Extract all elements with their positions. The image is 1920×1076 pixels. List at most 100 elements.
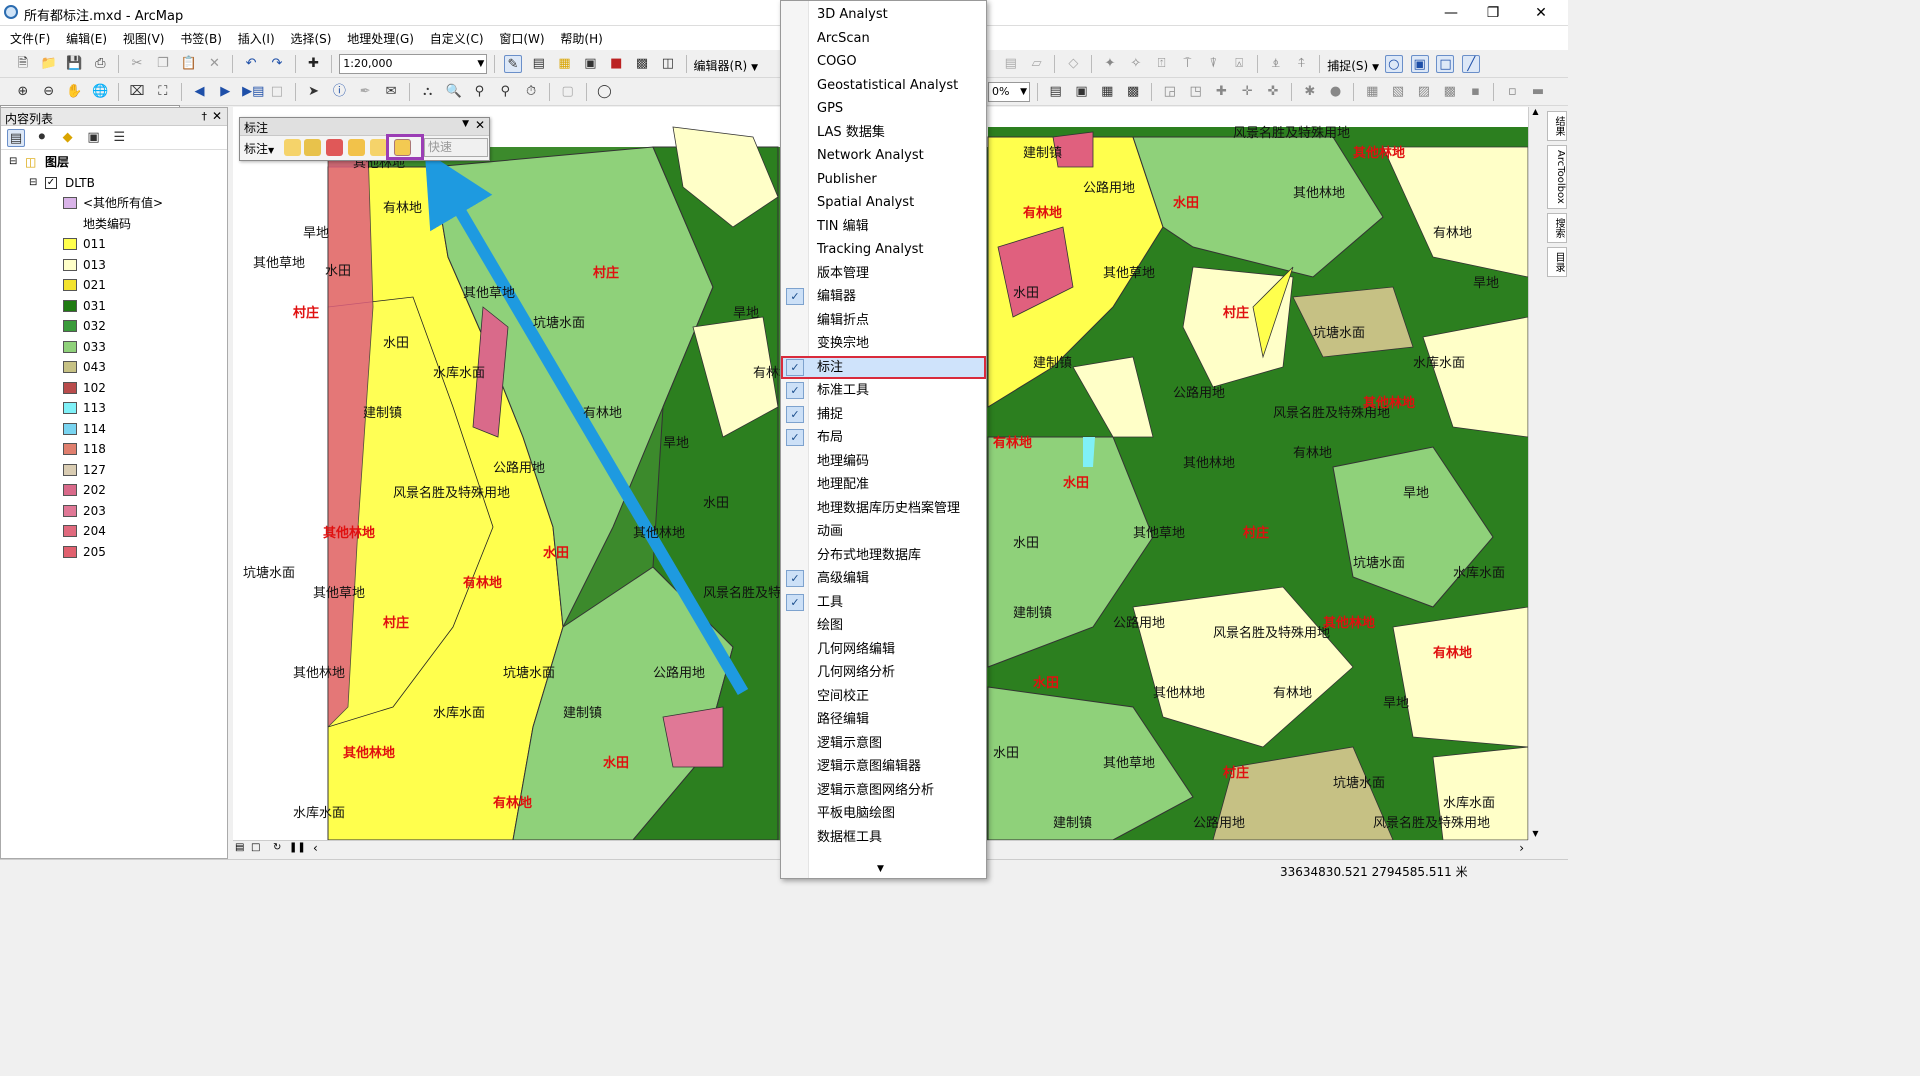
focus-data-frame-icon[interactable]: ▣ (1072, 83, 1090, 101)
collapse-icon[interactable]: ⊟ (9, 152, 17, 172)
menu-item[interactable]: LAS 数据集 (781, 121, 986, 144)
menu-item[interactable]: 几何网络编辑 (781, 638, 986, 661)
menu-item[interactable]: ✓ 标准工具 (781, 379, 986, 402)
new-document-icon[interactable]: 🗎 (14, 55, 32, 73)
menu-help[interactable]: 帮助(H) (554, 26, 608, 51)
menu-item[interactable]: 地理数据库历史档案管理 (781, 497, 986, 520)
select-elements-icon[interactable]: ➤ (305, 83, 323, 101)
undo-icon[interactable]: ↶ (242, 55, 260, 73)
add-data-icon[interactable]: ✚ (305, 55, 323, 73)
topology-icon[interactable]: ◇ (1064, 55, 1082, 73)
labeling-toolbar-close-icon[interactable]: ✕ (475, 118, 485, 132)
edit-vertices-icon-4[interactable]: ✛ (1238, 83, 1256, 101)
toc-legend-205[interactable]: 205 (1, 542, 227, 563)
paste-icon[interactable]: 📋 (180, 55, 198, 73)
cut-icon[interactable]: ✂ (128, 55, 146, 73)
menu-item[interactable]: 空间校正 (781, 685, 986, 708)
map-scale-input[interactable]: 1:20,000 ▼ (339, 54, 488, 74)
label-priority-icon[interactable] (304, 139, 321, 156)
pan-icon[interactable]: ✋ (65, 83, 83, 101)
menu-item[interactable]: 动画 (781, 520, 986, 543)
editor-menu[interactable]: 编辑器(R) (694, 57, 748, 74)
map-vertical-scrollbar[interactable]: ▲ ▼ (1528, 107, 1542, 840)
toc-legend-102[interactable]: 102 (1, 378, 227, 399)
go-to-xy-icon[interactable]: ⚲ (496, 83, 514, 101)
toc-legend-032[interactable]: 032 (1, 316, 227, 337)
toggle-draft-icon[interactable]: ▤ (1047, 83, 1065, 101)
menu-item[interactable]: 数据框工具 (781, 826, 986, 849)
menu-item[interactable]: Tracking Analyst (781, 238, 986, 261)
open-folder-icon[interactable]: 📁 (40, 55, 58, 73)
list-by-source-icon[interactable]: ⚫ (33, 129, 51, 147)
pause-labeling-icon[interactable] (370, 139, 387, 156)
menu-item[interactable]: ✓ 布局 (781, 426, 986, 449)
minimize-button[interactable]: — (1428, 0, 1474, 26)
menu-item[interactable]: 逻辑示意图编辑器 (781, 755, 986, 778)
modelbuilder-icon[interactable]: ◫ (659, 55, 677, 73)
copy-icon[interactable]: ❐ (154, 55, 172, 73)
select-features-icon[interactable]: ▶▤ (242, 83, 264, 101)
edit-vertices-icon-2[interactable]: ◳ (1187, 83, 1205, 101)
toc-legend-127[interactable]: 127 (1, 460, 227, 481)
layout-view-icon[interactable]: ▤ (235, 842, 244, 853)
lock-labels-icon[interactable] (348, 139, 365, 156)
scroll-down-icon[interactable]: ▼ (1529, 829, 1542, 838)
delete-icon[interactable]: ✕ (205, 55, 223, 73)
layout-zoom-icon[interactable]: ◯ (595, 83, 613, 101)
restore-button[interactable]: ❐ (1470, 0, 1516, 26)
dock-search-tab[interactable]: 搜索 (1547, 212, 1567, 243)
zoom-out-icon[interactable]: ⊖ (40, 83, 58, 101)
forward-icon[interactable]: ▶ (216, 83, 234, 101)
menu-insert[interactable]: 插入(I) (232, 26, 281, 51)
pause-drawing-icon[interactable]: ❚❚ (289, 842, 306, 853)
labeling-toolbar-header[interactable]: 标注 ▼ ✕ (240, 118, 489, 136)
dock-results-tab[interactable]: 结果 (1547, 111, 1567, 141)
toc-legend-011[interactable]: 011 (1, 234, 227, 255)
zoom-in-icon[interactable]: ⊕ (14, 83, 32, 101)
label-weight-icon[interactable] (326, 139, 343, 156)
snapping-dropdown-icon[interactable]: ▼ (1372, 63, 1379, 73)
menu-item[interactable]: 绘图 (781, 614, 986, 637)
refresh-icon[interactable]: ↻ (273, 842, 281, 853)
tools-icon-4[interactable]: ▧ (1389, 83, 1407, 101)
arctoolbox-icon[interactable]: ■ (607, 55, 625, 73)
clear-selection-icon[interactable]: □ (268, 83, 286, 101)
scroll-left-icon[interactable]: ‹ (313, 841, 318, 855)
advanced-edit-icon-3[interactable]: ⍐ (1153, 55, 1171, 73)
save-icon[interactable]: 💾 (65, 55, 83, 73)
catalog-window-icon[interactable]: ▦ (556, 55, 574, 73)
back-icon[interactable]: ◀ (190, 83, 208, 101)
menu-item[interactable]: 平板电脑绘图 (781, 802, 986, 825)
menu-item[interactable]: 地理编码 (781, 450, 986, 473)
create-viewer-icon[interactable]: ▢ (559, 83, 577, 101)
menu-more-arrow-icon[interactable]: ▼ (877, 864, 884, 874)
dock-catalog-tab[interactable]: 目录 (1547, 246, 1567, 277)
scroll-right-icon[interactable]: › (1519, 841, 1524, 855)
toc-legend-021[interactable]: 021 (1, 275, 227, 296)
toc-legend-043[interactable]: 043 (1, 357, 227, 378)
toc-legend-118[interactable]: 118 (1, 439, 227, 460)
redo-icon[interactable]: ↷ (268, 55, 286, 73)
menu-item[interactable]: 编辑折点 (781, 309, 986, 332)
advanced-edit-icon-4[interactable]: ⍑ (1178, 55, 1196, 73)
menu-item[interactable]: Network Analyst (781, 144, 986, 167)
fixed-zoom-out-icon[interactable]: ⛶ (154, 83, 172, 101)
labeling-menu[interactable]: 标注▼ (244, 140, 274, 157)
menu-item[interactable]: ✓ 标注 (781, 355, 986, 379)
menu-item[interactable]: 逻辑示意图 (781, 732, 986, 755)
data-driven-pages-icon[interactable]: ▩ (1124, 83, 1142, 101)
layer-visibility-checkbox[interactable]: ✓ (45, 176, 57, 189)
tools-icon-5[interactable]: ▨ (1415, 83, 1433, 101)
toc-legend-033[interactable]: 033 (1, 337, 227, 358)
close-button[interactable]: ✕ (1518, 0, 1564, 26)
list-by-drawing-order-icon[interactable]: ▤ (7, 129, 25, 147)
point-snapping-icon[interactable]: ○ (1384, 55, 1403, 73)
geocoding-icon-2[interactable]: ⍏ (1293, 55, 1311, 73)
python-window-icon[interactable]: ▩ (633, 55, 651, 73)
html-popup-icon[interactable]: ✉ (382, 83, 400, 101)
menu-item[interactable]: ✓ 编辑器 (781, 285, 986, 308)
geocoding-icon-1[interactable]: ⍎ (1267, 55, 1285, 73)
advanced-edit-icon-1[interactable]: ✦ (1101, 55, 1119, 73)
menu-edit[interactable]: 编辑(E) (60, 26, 113, 51)
dock-arctoolbox-tab[interactable]: ArcToolbox (1547, 145, 1567, 209)
